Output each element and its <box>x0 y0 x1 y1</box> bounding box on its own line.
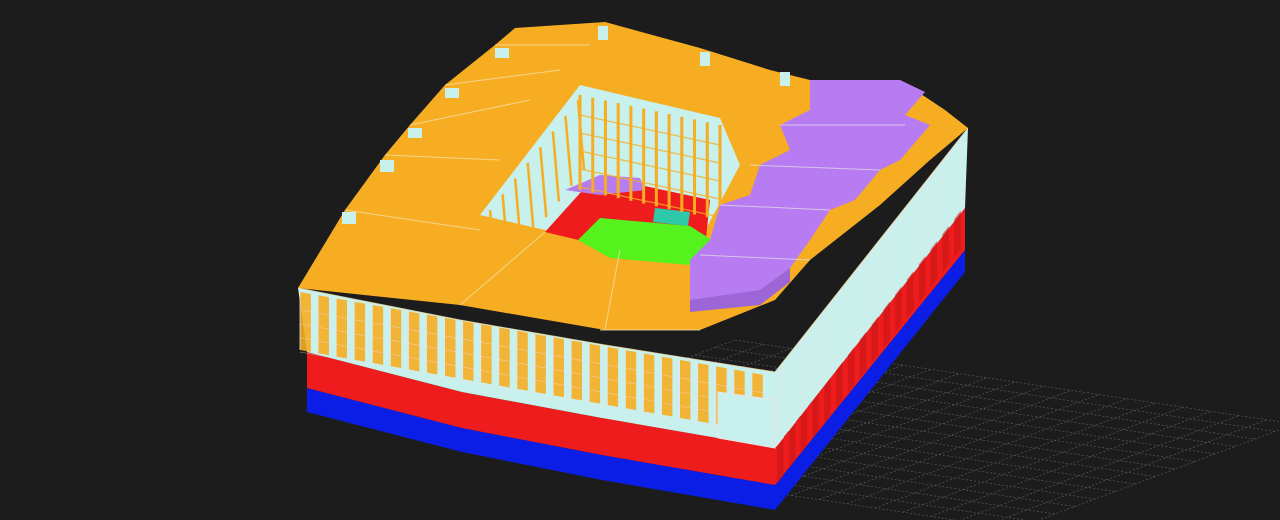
front-bay <box>535 334 546 394</box>
right-bay <box>812 319 820 402</box>
right-bay <box>835 289 843 372</box>
front-bay <box>697 363 709 424</box>
front-bay <box>444 317 456 378</box>
front-corner-box <box>717 391 776 449</box>
front-bay <box>571 340 582 401</box>
right-bay <box>906 198 914 281</box>
front-bay <box>679 359 691 420</box>
front-bay <box>462 321 474 382</box>
right-bay <box>800 334 808 417</box>
right-bay <box>930 168 938 251</box>
front-bay <box>553 337 564 398</box>
front-bay <box>426 314 438 375</box>
right-bay <box>788 349 796 432</box>
front-bay <box>516 330 528 391</box>
front-bay <box>643 353 655 414</box>
right-bay <box>823 304 832 387</box>
front-bay <box>390 308 402 369</box>
right-bay <box>953 137 961 220</box>
front-bay <box>625 350 637 411</box>
3d-viewport[interactable] <box>0 0 1280 520</box>
right-bay <box>942 153 950 236</box>
right-bay <box>918 183 926 266</box>
front-bay <box>589 343 601 404</box>
right-bay <box>847 274 855 357</box>
grid-line <box>998 419 1268 520</box>
right-bay <box>776 364 784 447</box>
front-bay <box>318 295 329 356</box>
front-bay <box>408 311 420 372</box>
right-bay <box>871 243 879 326</box>
front-bay <box>498 327 510 388</box>
front-bay <box>354 301 366 362</box>
right-bay <box>859 258 867 341</box>
front-bay <box>480 324 492 385</box>
building-model-view <box>297 22 1280 520</box>
front-bay <box>372 304 384 365</box>
right-bay <box>883 228 891 311</box>
front-bay <box>336 298 347 359</box>
front-bay <box>300 292 311 352</box>
right-bay <box>894 213 902 296</box>
front-bay <box>607 346 619 407</box>
front-bay <box>661 356 673 417</box>
